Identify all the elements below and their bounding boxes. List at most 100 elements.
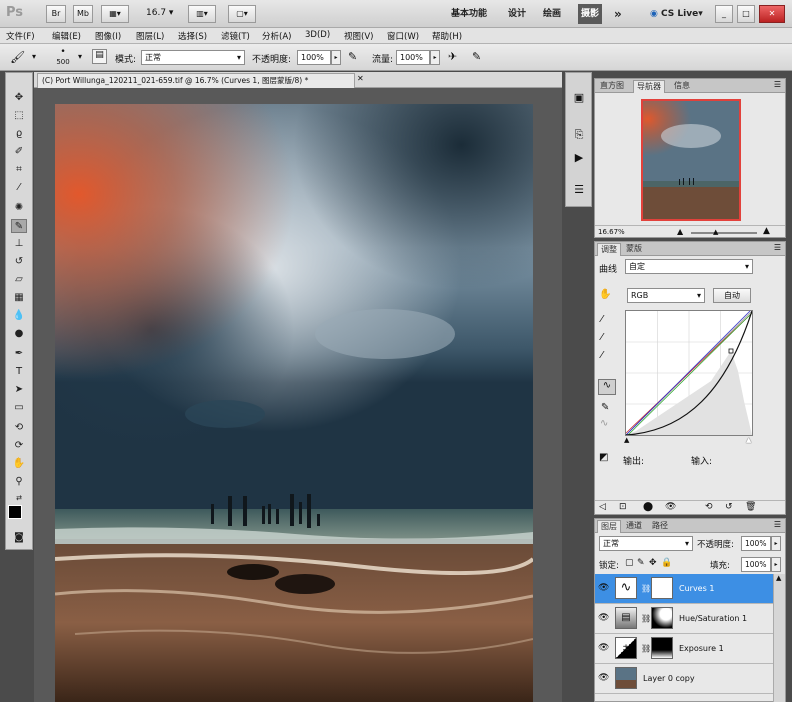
visibility-toggle-icon[interactable]: 👁 [665, 502, 676, 512]
layers-scrollbar[interactable]: ▲ [773, 574, 785, 702]
menu-image[interactable]: 图像(I) [95, 30, 121, 42]
black-point-slider[interactable]: ▲ [624, 436, 629, 444]
mini-bridge-button[interactable]: Mb [73, 5, 93, 23]
menu-view[interactable]: 视图(V) [344, 30, 373, 42]
navigator-preview[interactable] [641, 99, 741, 221]
layer-row-layer-0-copy[interactable]: 👁 Layer 0 copy [595, 664, 785, 694]
lock-position-icon[interactable]: ✥ [649, 558, 657, 568]
lasso-tool-icon[interactable]: ϱ [11, 127, 27, 141]
menu-edit[interactable]: 编辑(E) [52, 30, 81, 42]
eyedropper-tool-icon[interactable]: ⁄ [11, 181, 27, 195]
healing-brush-tool-icon[interactable]: ✺ [11, 201, 27, 215]
hand-tool-icon[interactable]: ✋ [11, 457, 27, 471]
tab-layers[interactable]: 图层 [597, 520, 621, 533]
close-button[interactable]: ✕ [759, 5, 785, 23]
reset-icon[interactable]: ↺ [725, 502, 733, 512]
tab-navigator[interactable]: 导航器 [633, 80, 665, 93]
navigator-zoom-value[interactable]: 16.67% [598, 228, 625, 236]
swap-colors-icon[interactable]: ⇄ [11, 491, 27, 505]
3d-rotate-tool-icon[interactable]: ⟲ [11, 421, 27, 435]
delete-adjustment-icon[interactable]: 🗑 [745, 502, 756, 512]
dodge-tool-icon[interactable]: ● [11, 327, 27, 341]
history-panel-icon[interactable]: ⎘ [570, 128, 588, 144]
document-tab[interactable]: (C) Port Willunga_120211_021-659.tif @ 1… [37, 73, 355, 88]
pressure-opacity-icon[interactable]: ✎ [348, 50, 357, 63]
tab-info[interactable]: 信息 [671, 80, 693, 93]
layer-mask-thumbnail[interactable] [651, 637, 673, 659]
layer-mask-thumbnail[interactable] [651, 607, 673, 629]
workspace-photography[interactable]: 摄影 [578, 4, 603, 24]
clip-to-layer-icon[interactable]: ⬤ [643, 502, 653, 512]
pen-tool-icon[interactable]: ✒ [11, 347, 27, 361]
tool-preset-arrow-icon[interactable]: ▾ [32, 52, 36, 61]
gray-point-eyedropper-icon[interactable]: ⁄ [601, 332, 603, 343]
pressure-size-icon[interactable]: ✎ [472, 50, 481, 63]
swatches-panel-icon[interactable]: ☰ [570, 183, 588, 199]
visibility-eye-icon[interactable]: 👁 [598, 673, 609, 683]
visibility-eye-icon[interactable]: 👁 [598, 643, 609, 653]
tab-masks[interactable]: 蒙版 [623, 243, 645, 256]
lock-all-icon[interactable]: 🔒 [661, 558, 672, 568]
menu-help[interactable]: 帮助(H) [432, 30, 462, 42]
mini-bridge-panel-icon[interactable]: ▣ [570, 91, 588, 107]
workspace-painting[interactable]: 绘画 [543, 4, 561, 24]
tab-paths[interactable]: 路径 [649, 520, 671, 533]
visibility-eye-icon[interactable]: 👁 [598, 583, 609, 593]
more-workspaces-button[interactable]: » [614, 4, 622, 24]
pencil-mode-icon[interactable]: ✎ [601, 402, 609, 413]
navigator-zoom-slider[interactable] [691, 232, 757, 234]
blend-mode-select[interactable]: 正常 ▾ [599, 536, 693, 551]
maximize-button[interactable]: □ [737, 5, 755, 23]
flow-input[interactable]: 100% [396, 50, 430, 65]
tab-channels[interactable]: 通道 [623, 520, 645, 533]
navigator-zoom-slider-thumb[interactable]: ▲ [713, 228, 718, 236]
tab-histogram[interactable]: 直方图 [597, 80, 627, 93]
menu-analysis[interactable]: 分析(A) [262, 30, 291, 42]
cs-live-button[interactable]: ◉ CS Live▾ [650, 4, 703, 24]
mask-link-icon[interactable]: ⛓ [641, 644, 651, 653]
layer-fill-input[interactable]: 100% [741, 557, 771, 572]
marquee-tool-icon[interactable]: ⬚ [11, 109, 27, 123]
lock-image-icon[interactable]: ✎ [637, 558, 645, 568]
brush-panel-toggle-icon[interactable]: ▤ [92, 49, 107, 64]
flow-slider-button[interactable]: ▸ [430, 50, 440, 65]
back-arrow-icon[interactable]: ◁ [599, 502, 606, 512]
menu-layer[interactable]: 图层(L) [136, 30, 164, 42]
brush-preset-picker[interactable]: • 500 [50, 47, 76, 69]
scroll-up-arrow-icon[interactable]: ▲ [776, 574, 781, 582]
arrange-documents-button[interactable]: ▦▾ [101, 5, 129, 23]
brush-tool-selected-icon[interactable]: ✎ [11, 219, 27, 233]
crop-tool-icon[interactable]: ⌗ [11, 163, 27, 177]
workspace-essentials[interactable]: 基本功能 [451, 4, 487, 24]
opacity-input[interactable]: 100% [297, 50, 331, 65]
opacity-slider-button[interactable]: ▸ [331, 50, 341, 65]
curves-graph[interactable] [625, 310, 755, 436]
panel-menu-icon[interactable]: ☰ [774, 80, 781, 89]
on-image-adjust-icon[interactable]: ✋ [599, 289, 611, 300]
zoom-out-icon[interactable]: ▲ [677, 227, 683, 236]
screen-mode-button[interactable]: ▢▾ [228, 5, 256, 23]
channel-select[interactable]: RGB ▾ [627, 288, 705, 303]
brush-tool-icon[interactable]: 🖌 [10, 50, 25, 64]
shape-tool-icon[interactable]: ▭ [11, 401, 27, 415]
black-point-eyedropper-icon[interactable]: ⁄ [601, 314, 603, 325]
airbrush-icon[interactable]: ✈ [448, 50, 457, 63]
menu-select[interactable]: 选择(S) [178, 30, 207, 42]
lock-transparent-icon[interactable]: ▢ [625, 558, 634, 568]
workspace-design[interactable]: 设计 [508, 4, 526, 24]
mask-link-icon[interactable]: ⛓ [641, 584, 651, 593]
layer-opacity-input[interactable]: 100% [741, 536, 771, 551]
layers-menu-icon[interactable]: ☰ [774, 520, 781, 529]
zoom-in-icon[interactable]: ▲ [763, 226, 770, 236]
tab-adjustments[interactable]: 调整 [597, 243, 621, 256]
layer-row-exposure[interactable]: 👁 ± ⛓ Exposure 1 [595, 634, 785, 664]
minimize-button[interactable]: _ [715, 5, 733, 23]
layer-fill-slider-button[interactable]: ▸ [771, 557, 781, 572]
mask-link-icon[interactable]: ⛓ [641, 614, 651, 623]
curves-preset-select[interactable]: 自定 ▾ [625, 259, 753, 274]
gradient-tool-icon[interactable]: ▦ [11, 291, 27, 305]
layer-row-hue-saturation[interactable]: 👁 ▤ ⛓ Hue/Saturation 1 [595, 604, 785, 634]
zoom-tool-icon[interactable]: ⚲ [11, 475, 27, 489]
mode-select[interactable]: 正常 ▾ [141, 50, 245, 65]
brush-preset-arrow-icon[interactable]: ▾ [78, 52, 82, 61]
